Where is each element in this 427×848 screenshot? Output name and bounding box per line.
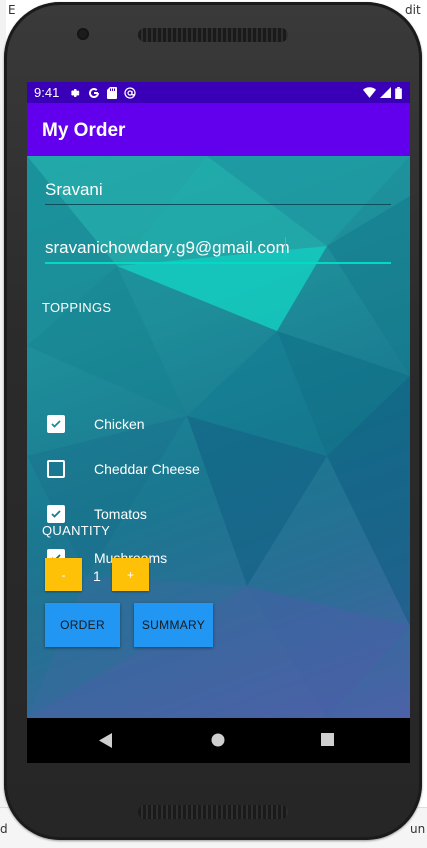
text-cursor (285, 237, 286, 257)
app-bar: My Order (27, 103, 410, 156)
signal-icon (380, 87, 391, 98)
quantity-value: 1 (93, 568, 101, 584)
emulator-phone-frame: 9:41 My Order Sravani sravanichowdary.g9… (4, 2, 422, 840)
name-field-value: Sravani (45, 180, 103, 199)
ide-text-fragment: un (410, 822, 426, 836)
wifi-icon (363, 87, 376, 98)
ide-text-fragment: d (0, 822, 8, 836)
back-icon[interactable] (99, 733, 113, 748)
top-speaker-grille (138, 28, 288, 42)
email-field-underline (45, 262, 391, 264)
order-form: Sravani sravanichowdary.g9@gmail.com TOP… (27, 156, 410, 718)
summary-button[interactable]: SUMMARY (134, 603, 213, 647)
front-camera (77, 28, 89, 40)
ide-text-fragment: E (8, 3, 16, 17)
topping-cheddar-cheese[interactable]: Cheddar Cheese (47, 457, 200, 481)
increment-button[interactable]: + (112, 558, 149, 591)
battery-icon (395, 86, 402, 99)
recents-icon[interactable] (321, 733, 334, 746)
name-field[interactable]: Sravani (45, 178, 391, 205)
app-title: My Order (42, 120, 126, 141)
at-sign-icon (124, 86, 136, 99)
topping-chicken[interactable]: Chicken (47, 412, 145, 436)
toppings-header: TOPPINGS (42, 300, 112, 315)
gear-icon (71, 88, 80, 97)
cheddar-cheese-checkbox[interactable] (47, 460, 65, 478)
chicken-checkbox[interactable] (47, 415, 65, 433)
ide-text-fragment: dit (405, 3, 421, 17)
device-screen: 9:41 My Order Sravani sravanichowdary.g9… (27, 82, 410, 763)
cheddar-cheese-label: Cheddar Cheese (94, 461, 200, 477)
check-icon (51, 510, 61, 518)
status-bar: 9:41 (27, 82, 410, 103)
order-button[interactable]: ORDER (45, 603, 120, 647)
tomatos-label: Tomatos (94, 506, 147, 522)
navigation-bar (27, 718, 410, 763)
email-field-value: sravanichowdary.g9@gmail.com (45, 238, 290, 257)
home-icon[interactable] (211, 733, 225, 747)
sd-card-icon (107, 86, 118, 99)
google-icon (89, 87, 100, 98)
quantity-header: QUANTITY (42, 523, 111, 538)
check-icon (51, 420, 61, 428)
bottom-speaker-grille (138, 805, 288, 819)
name-field-underline (45, 204, 391, 205)
chicken-label: Chicken (94, 416, 145, 432)
decrement-button[interactable]: - (45, 558, 82, 591)
tomatos-checkbox[interactable] (47, 505, 65, 523)
status-time: 9:41 (34, 85, 60, 100)
email-field[interactable]: sravanichowdary.g9@gmail.com (45, 236, 391, 264)
